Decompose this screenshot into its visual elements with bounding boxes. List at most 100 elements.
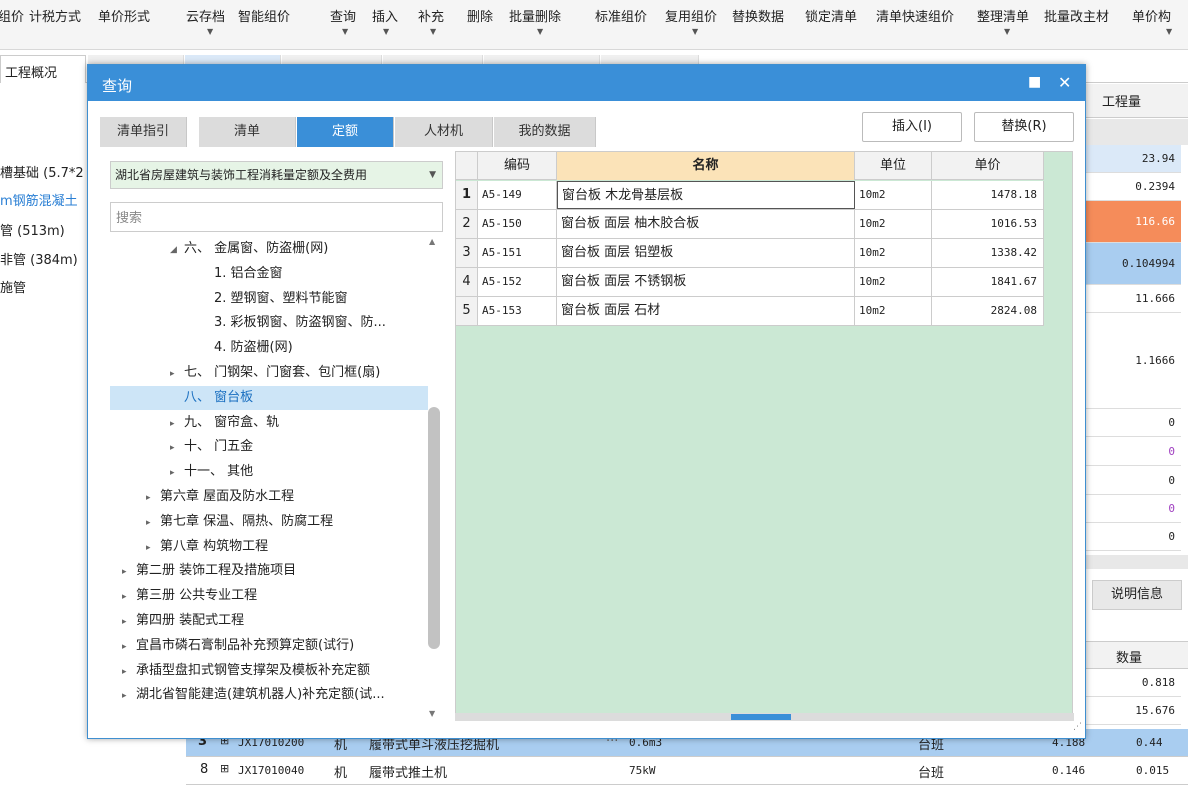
tree-node[interactable]: ▸ 第二册 装饰工程及措施项目 xyxy=(110,559,428,583)
toolbar-item-reuse-pricing[interactable]: 复用组价 xyxy=(665,6,717,25)
grid-header-code[interactable]: 编码 xyxy=(478,152,557,180)
scroll-up-icon[interactable]: ▲ xyxy=(429,237,435,246)
toolbar-item-delete[interactable]: 删除 xyxy=(467,6,493,25)
toolbar-item-unit-price-structure[interactable]: 单价构 xyxy=(1132,6,1171,25)
tab-my-data[interactable]: 我的数据 xyxy=(494,117,596,147)
row-code[interactable]: A5-152 xyxy=(478,268,557,296)
table-row[interactable]: 8 ⊞ JX17010040 机 履带式推土机 75kW 台班 0.146 0.… xyxy=(186,757,1188,785)
tree-item[interactable]: 槽基础 (5.7*2 xyxy=(0,162,84,181)
row-price[interactable]: 1338.42 xyxy=(932,239,1044,267)
row-unit[interactable]: 10m2 xyxy=(855,239,932,267)
expand-arrow-icon[interactable]: ▸ xyxy=(146,486,160,510)
grid-scrollbar-thumb[interactable] xyxy=(731,714,791,720)
quota-library-select[interactable]: 湖北省房屋建筑与装饰工程消耗量定额及全费用 ▼ xyxy=(110,161,443,189)
tree-node[interactable]: ▸ 七、 门钢架、门窗套、包门框(扇) xyxy=(110,361,428,385)
expand-arrow-icon[interactable]: ▸ xyxy=(122,684,136,708)
tree-node[interactable]: ▸ 湖北省智能建造(建筑机器人)补充定额(试... xyxy=(110,683,428,707)
quantity-cell[interactable]: 0.818 xyxy=(1086,669,1181,697)
toolbar-item-organize-list[interactable]: 整理清单 xyxy=(977,6,1029,25)
row-code[interactable]: A5-153 xyxy=(478,297,557,325)
tab-labor-material-machine[interactable]: 人材机 xyxy=(395,117,493,147)
row-index[interactable]: 2 xyxy=(456,210,478,238)
tab-quota[interactable]: 定额 xyxy=(297,117,394,147)
toolbar-item-query[interactable]: 查询 xyxy=(330,6,356,25)
tab-project-overview[interactable]: 工程概况 xyxy=(0,55,86,83)
toolbar-item-batch-main-material[interactable]: 批量改主材 xyxy=(1044,6,1109,25)
expand-arrow-icon[interactable]: ▸ xyxy=(170,412,184,436)
maximize-icon[interactable]: ■ xyxy=(1028,74,1041,90)
tree-node[interactable]: 1. 铝合金窗 xyxy=(110,262,428,286)
grid-row[interactable]: 2 A5-150 窗台板 面层 柚木胶合板 10m2 1016.53 xyxy=(456,210,1044,239)
splitter[interactable] xyxy=(1086,555,1188,569)
expand-icon[interactable]: ⊞ xyxy=(220,762,229,775)
grid-row[interactable]: 1 A5-149 窗台板 木龙骨基层板 10m2 1478.18 xyxy=(456,181,1044,210)
row-index[interactable]: 3 xyxy=(456,239,478,267)
expand-arrow-icon[interactable]: ▸ xyxy=(122,610,136,634)
quantity-cell[interactable]: 0 xyxy=(1086,523,1181,551)
quantity-cell[interactable]: 15.676 xyxy=(1086,697,1181,725)
tree-node[interactable]: 2. 塑钢窗、塑料节能窗 xyxy=(110,287,428,311)
row-name[interactable]: 窗台板 面层 铝塑板 xyxy=(557,239,855,267)
row-unit[interactable]: 10m2 xyxy=(855,181,932,209)
grid-row[interactable]: 5 A5-153 窗台板 面层 石材 10m2 2824.08 xyxy=(456,297,1044,326)
row-code[interactable]: A5-151 xyxy=(478,239,557,267)
toolbar-item-cloud-save[interactable]: 云存档 xyxy=(186,6,225,25)
toolbar-item-standard-pricing[interactable]: 标准组价 xyxy=(595,6,647,25)
toolbar-item-batch-delete[interactable]: 批量删除 xyxy=(509,6,561,25)
toolbar-item-replace-data[interactable]: 替换数据 xyxy=(732,6,784,25)
tree-node[interactable]: ▸ 承插型盘扣式钢管支撑架及模板补充定额 xyxy=(110,659,428,683)
row-price[interactable]: 2824.08 xyxy=(932,297,1044,325)
quantity-cell[interactable]: 0 xyxy=(1086,466,1181,495)
tree-node[interactable]: ▸ 十一、 其他 xyxy=(110,460,428,484)
tree-item[interactable]: 非管 (384m) xyxy=(0,249,78,268)
tree-node[interactable]: ▸ 九、 窗帘盒、轨 xyxy=(110,411,428,435)
replace-button[interactable]: 替换(R) xyxy=(974,112,1074,142)
tree-node[interactable]: ▸ 第八章 构筑物工程 xyxy=(110,535,428,559)
quantity-cell[interactable]: 23.94 xyxy=(1086,145,1181,173)
row-code[interactable]: A5-149 xyxy=(478,181,557,209)
row-unit[interactable]: 10m2 xyxy=(855,268,932,296)
quantity-cell[interactable]: 0 xyxy=(1086,437,1181,466)
quantity-cell[interactable]: 11.666 xyxy=(1086,285,1181,313)
expand-arrow-icon[interactable]: ▸ xyxy=(146,511,160,535)
tree-node[interactable]: 3. 彩板钢窗、防盗钢窗、防... xyxy=(110,311,428,335)
toolbar-item-lock-list[interactable]: 锁定清单 xyxy=(805,6,857,25)
quantity-cell[interactable]: 0.104994 xyxy=(1086,243,1181,285)
row-index[interactable]: 1 xyxy=(456,181,478,209)
tree-node[interactable]: ◢ 六、 金属窗、防盗栅(网) xyxy=(110,237,428,261)
row-index[interactable]: 4 xyxy=(456,268,478,296)
grid-header-unit[interactable]: 单位 xyxy=(855,152,932,180)
quantity-cell[interactable]: 1.1666 xyxy=(1086,313,1181,409)
tree-node[interactable]: ▸ 第四册 装配式工程 xyxy=(110,609,428,633)
tree-node[interactable]: ▸ 第三册 公共专业工程 xyxy=(110,584,428,608)
expand-arrow-icon[interactable]: ▸ xyxy=(122,585,136,609)
tree-item[interactable]: 管 (513m) xyxy=(0,220,65,239)
quantity-cell[interactable]: 0 xyxy=(1086,495,1181,523)
grid-row[interactable]: 3 A5-151 窗台板 面层 铝塑板 10m2 1338.42 xyxy=(456,239,1044,268)
row-unit[interactable]: 10m2 xyxy=(855,210,932,238)
tab-list[interactable]: 清单 xyxy=(199,117,296,147)
grid-row[interactable]: 4 A5-152 窗台板 面层 不锈钢板 10m2 1841.67 xyxy=(456,268,1044,297)
row-name[interactable]: 窗台板 面层 石材 xyxy=(557,297,855,325)
row-name[interactable]: 窗台板 面层 不锈钢板 xyxy=(557,268,855,296)
toolbar-item-supplement[interactable]: 补充 xyxy=(418,6,444,25)
expand-arrow-icon[interactable]: ▸ xyxy=(170,362,184,386)
expand-arrow-icon[interactable]: ▸ xyxy=(170,436,184,460)
search-input[interactable] xyxy=(110,202,443,232)
tree-node[interactable]: ▸ 第六章 屋面及防水工程 xyxy=(110,485,428,509)
expand-arrow-icon[interactable]: ▸ xyxy=(122,560,136,584)
tab-list-guide[interactable]: 清单指引 xyxy=(100,117,187,147)
toolbar-item-tax-method[interactable]: 计税方式 xyxy=(29,6,81,25)
expand-arrow-icon[interactable]: ◢ xyxy=(170,238,184,262)
row-code[interactable]: A5-150 xyxy=(478,210,557,238)
row-price[interactable]: 1478.18 xyxy=(932,181,1044,209)
grid-header-price[interactable]: 单价 xyxy=(932,152,1044,180)
tree-node[interactable]: 八、 窗台板 xyxy=(110,385,428,410)
tree-node[interactable]: ▸ 十、 门五金 xyxy=(110,435,428,459)
tab-description-info[interactable]: 说明信息 xyxy=(1092,580,1182,610)
quantity-cell[interactable]: 0 xyxy=(1086,409,1181,437)
tree-item[interactable]: m钢筋混凝土 xyxy=(0,190,78,209)
expand-arrow-icon[interactable]: ▸ xyxy=(122,660,136,684)
tree-node[interactable]: 4. 防盗栅(网) xyxy=(110,336,428,360)
tree-node[interactable]: ▸ 第七章 保温、隔热、防腐工程 xyxy=(110,510,428,534)
